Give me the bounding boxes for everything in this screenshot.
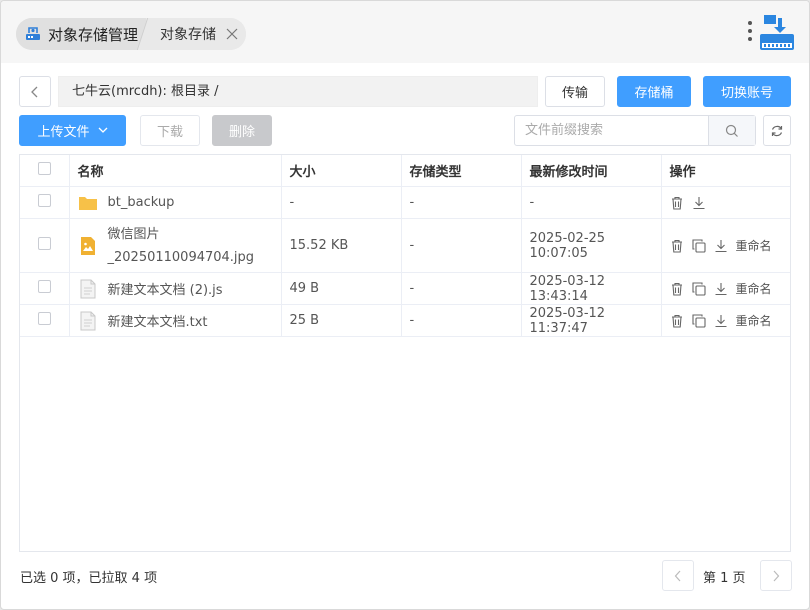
rename-link[interactable]: 重命名: [736, 237, 772, 254]
upload-label: 上传文件: [37, 125, 90, 140]
file-name[interactable]: 微信图片: [108, 223, 255, 246]
chevron-left-icon: [31, 86, 38, 97]
column-header[interactable]: 名称: [69, 155, 282, 187]
column-header: 存储类型: [401, 155, 522, 187]
more-menu-icon[interactable]: [747, 21, 753, 45]
row-checkbox[interactable]: [37, 237, 51, 250]
download-icon[interactable]: [692, 196, 706, 210]
row-checkbox[interactable]: [37, 280, 51, 293]
copy-icon[interactable]: [691, 313, 706, 328]
file-size: 15.52 KB: [281, 218, 402, 273]
path-breadcrumb: 七牛云(mrcdh): 根目录 /: [58, 76, 538, 107]
table-row[interactable]: bt_backup - - -: [20, 186, 790, 219]
file-name[interactable]: 新建文本文档 (2).js: [108, 279, 223, 298]
title-bar: 对象存储管理 对象存储: [1, 1, 809, 63]
chevron-left-icon: [674, 570, 681, 581]
file-name[interactable]: bt_backup: [108, 195, 175, 210]
file-size: -: [281, 186, 402, 219]
next-page-button[interactable]: [760, 560, 792, 591]
table-row[interactable]: 新建文本文档.txt 25 B - 2025-03-12 11:37:47 重命…: [20, 304, 790, 337]
file-table: 名称 大小 存储类型 最新修改时间 操作 bt_backup - - - 微信图…: [19, 154, 791, 552]
image-file-icon: [80, 236, 95, 255]
file-size: 25 B: [281, 304, 402, 337]
tab-object-storage-manager[interactable]: 对象存储管理: [16, 18, 147, 50]
object-storage-logo-icon: [760, 15, 794, 50]
copy-icon[interactable]: [691, 281, 706, 296]
selection-status: 已选 0 项，已拉取 4 项: [20, 571, 158, 586]
download-icon[interactable]: [714, 239, 728, 253]
table-row[interactable]: 新建文本文档 (2).js 49 B - 2025-03-12 13:43:14…: [20, 272, 790, 305]
download-button[interactable]: 下载: [140, 115, 200, 146]
search-icon: [725, 124, 738, 137]
trash-icon[interactable]: [670, 196, 684, 210]
download-icon[interactable]: [714, 282, 728, 296]
tab-object-storage[interactable]: 对象存储: [146, 18, 247, 50]
search-box: [514, 115, 756, 146]
column-header[interactable]: 最新修改时间: [521, 155, 662, 187]
tab-strip: 对象存储管理 对象存储: [16, 18, 247, 50]
column-header: 操作: [661, 155, 790, 187]
rename-link[interactable]: 重命名: [736, 280, 772, 297]
file-name[interactable]: 新建文本文档.txt: [108, 311, 208, 330]
app-window: 对象存储管理 对象存储 七牛云(mrcdh): 根目录 / 传输 存储桶 切换账…: [0, 0, 810, 610]
modified-time: -: [521, 186, 662, 219]
rename-link[interactable]: 重命名: [736, 312, 772, 329]
trash-icon[interactable]: [670, 239, 684, 253]
trash-icon[interactable]: [670, 282, 684, 296]
file-icon: [80, 311, 95, 330]
page-indicator: 第 1 页: [703, 571, 746, 586]
folder-icon: [78, 196, 97, 210]
upload-file-button[interactable]: 上传文件: [19, 115, 126, 146]
modified-time: 2025-02-25 10:07:05: [521, 218, 662, 273]
back-button[interactable]: [19, 76, 51, 107]
transfer-button[interactable]: 传输: [545, 76, 605, 107]
download-icon[interactable]: [714, 314, 728, 328]
row-checkbox[interactable]: [37, 312, 51, 325]
switch-account-button[interactable]: 切换账号: [703, 76, 791, 107]
copy-icon[interactable]: [691, 238, 706, 253]
table-row[interactable]: 微信图片 _20250110094704.jpg 15.52 KB - 2025…: [20, 218, 790, 273]
file-icon: [80, 279, 95, 298]
search-button[interactable]: [708, 116, 755, 145]
storage-type: -: [401, 304, 522, 337]
refresh-icon: [771, 125, 783, 136]
bucket-button[interactable]: 存储桶: [617, 76, 691, 107]
select-all-checkbox[interactable]: [37, 162, 51, 175]
storage-type: -: [401, 272, 522, 305]
storage-app-icon: [26, 27, 40, 40]
column-header[interactable]: 大小: [281, 155, 402, 187]
storage-type: -: [401, 186, 522, 219]
search-input[interactable]: [515, 116, 717, 145]
prev-page-button[interactable]: [662, 560, 694, 591]
storage-type: -: [401, 218, 522, 273]
modified-time: 2025-03-12 11:37:47: [521, 304, 662, 337]
row-checkbox[interactable]: [37, 194, 51, 207]
close-icon[interactable]: [226, 28, 238, 40]
file-size: 49 B: [281, 272, 402, 305]
refresh-button[interactable]: [763, 115, 791, 146]
chevron-down-icon: [98, 127, 107, 133]
table-header: 名称 大小 存储类型 最新修改时间 操作: [20, 155, 790, 187]
trash-icon[interactable]: [670, 314, 684, 328]
tab-label: 对象存储管理: [48, 25, 139, 44]
modified-time: 2025-03-12 13:43:14: [521, 272, 662, 305]
file-name-continued[interactable]: _20250110094704.jpg: [108, 246, 255, 269]
chevron-right-icon: [773, 570, 780, 581]
delete-button[interactable]: 删除: [212, 115, 272, 146]
tab-label: 对象存储: [160, 27, 217, 43]
